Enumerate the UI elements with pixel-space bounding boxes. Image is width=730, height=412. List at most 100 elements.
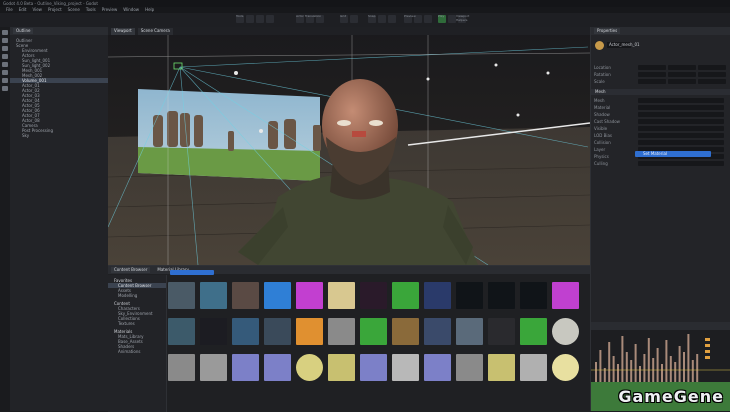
property-field[interactable] xyxy=(698,65,726,70)
property-field[interactable] xyxy=(698,72,726,77)
property-field[interactable] xyxy=(698,79,726,84)
filter-chip[interactable] xyxy=(170,270,214,275)
frame-bar xyxy=(630,360,633,382)
property-row: Culling xyxy=(594,161,728,167)
asset-thumbnail[interactable] xyxy=(360,282,387,309)
select-icon[interactable] xyxy=(2,30,8,35)
asset-thumbnail[interactable] xyxy=(328,354,355,381)
asset-thumbnail[interactable] xyxy=(520,282,547,309)
tree-item[interactable]: Textures xyxy=(108,321,166,326)
property-field[interactable] xyxy=(638,126,724,131)
script-icon[interactable] xyxy=(2,70,8,75)
grid-size-button[interactable] xyxy=(350,15,358,23)
preview-unlit-button[interactable] xyxy=(424,15,432,23)
asset-thumbnail[interactable] xyxy=(168,318,195,345)
asset-thumbnail[interactable] xyxy=(360,318,387,345)
property-field[interactable] xyxy=(638,119,724,124)
paint-icon[interactable] xyxy=(2,54,8,59)
property-field[interactable] xyxy=(638,133,724,138)
asset-thumbnail[interactable] xyxy=(232,318,259,345)
asset-thumbnail[interactable] xyxy=(296,282,323,309)
tab-scene-camera[interactable]: Scene Camera xyxy=(137,28,173,35)
tree-item[interactable]: Modelling xyxy=(108,293,166,298)
asset-thumbnail[interactable] xyxy=(456,354,483,381)
property-field[interactable] xyxy=(638,72,666,77)
asset-thumbnail[interactable] xyxy=(328,318,355,345)
asset-thumbnail[interactable] xyxy=(168,282,195,309)
outliner-tab[interactable]: Outline xyxy=(13,28,34,34)
snap-scale-button[interactable] xyxy=(388,15,396,23)
asset-thumbnail[interactable] xyxy=(168,354,195,381)
property-field[interactable] xyxy=(638,98,724,103)
asset-thumbnail[interactable] xyxy=(392,354,419,381)
menu-scene[interactable]: Scene xyxy=(68,7,80,12)
property-field[interactable] xyxy=(638,161,724,166)
asset-thumbnail[interactable] xyxy=(264,318,291,345)
property-row: Mesh xyxy=(594,98,728,104)
asset-thumbnail[interactable] xyxy=(520,318,547,345)
cube-icon[interactable] xyxy=(2,38,8,43)
menu-window[interactable]: Window xyxy=(123,7,139,12)
asset-thumbnail[interactable] xyxy=(424,318,451,345)
asset-thumbnail[interactable] xyxy=(456,282,483,309)
section-header[interactable]: Mesh xyxy=(591,89,730,95)
asset-thumbnail[interactable] xyxy=(488,354,515,381)
move-tool-button[interactable] xyxy=(246,15,254,23)
outliner-item[interactable]: Sky xyxy=(10,133,108,138)
asset-thumbnail[interactable] xyxy=(232,282,259,309)
menu-edit[interactable]: Edit xyxy=(19,7,27,12)
asset-thumbnail[interactable] xyxy=(200,354,227,381)
properties-tab[interactable]: Properties xyxy=(594,28,621,34)
asset-thumbnail[interactable] xyxy=(360,354,387,381)
asset-thumbnail[interactable] xyxy=(552,318,579,345)
asset-thumbnail[interactable] xyxy=(264,282,291,309)
asset-thumbnail[interactable] xyxy=(296,318,323,345)
property-field[interactable] xyxy=(668,79,696,84)
asset-thumbnail[interactable] xyxy=(264,354,291,381)
asset-thumbnail[interactable] xyxy=(200,282,227,309)
asset-thumbnail[interactable] xyxy=(456,318,483,345)
asset-thumbnail[interactable] xyxy=(392,282,419,309)
menu-tools[interactable]: Tools xyxy=(86,7,96,12)
asset-thumbnail[interactable] xyxy=(232,354,259,381)
menu-help[interactable]: Help xyxy=(145,7,154,12)
menu-file[interactable]: File xyxy=(6,7,13,12)
set-material-button[interactable]: Set Material xyxy=(635,151,711,157)
property-field[interactable] xyxy=(638,140,724,145)
layers-icon[interactable] xyxy=(2,78,8,83)
asset-thumbnail[interactable] xyxy=(488,282,515,309)
snap-angle-button[interactable] xyxy=(378,15,386,23)
asset-thumbnail[interactable] xyxy=(424,354,451,381)
tree-item[interactable]: Animations xyxy=(108,349,166,354)
property-row: Rotation xyxy=(594,72,728,78)
asset-thumbnail[interactable] xyxy=(552,282,579,309)
menu-view[interactable]: View xyxy=(32,7,42,12)
asset-thumbnail[interactable] xyxy=(296,354,323,381)
property-field[interactable] xyxy=(668,72,696,77)
asset-thumbnail[interactable] xyxy=(328,282,355,309)
asset-thumbnail[interactable] xyxy=(520,354,547,381)
property-field[interactable] xyxy=(638,79,666,84)
property-field[interactable] xyxy=(638,65,666,70)
asset-thumbnail[interactable] xyxy=(488,318,515,345)
asset-thumbnail[interactable] xyxy=(424,282,451,309)
tab-content-browser[interactable]: Content Browser xyxy=(111,267,151,273)
asset-thumbnail[interactable] xyxy=(392,318,419,345)
frame-bar xyxy=(696,354,699,382)
asset-thumbnail[interactable] xyxy=(552,354,579,381)
asset-thumbnail[interactable] xyxy=(200,318,227,345)
property-field[interactable] xyxy=(638,112,724,117)
3d-viewport[interactable]: Viewport Scene Camera xyxy=(108,27,590,265)
property-field[interactable] xyxy=(638,105,724,110)
terrain-icon[interactable] xyxy=(2,62,8,67)
settings-icon[interactable] xyxy=(2,86,8,91)
object-name-field[interactable]: Actor_mesh_01 xyxy=(607,42,640,48)
menu-project[interactable]: Project xyxy=(48,7,62,12)
pause-button[interactable] xyxy=(448,15,456,23)
scale-tool-button[interactable] xyxy=(266,15,274,23)
tab-viewport[interactable]: Viewport xyxy=(111,28,135,35)
rotate-tool-button[interactable] xyxy=(256,15,264,23)
menu-preview[interactable]: Preview xyxy=(102,7,118,12)
light-icon[interactable] xyxy=(2,46,8,51)
property-field[interactable] xyxy=(668,65,696,70)
